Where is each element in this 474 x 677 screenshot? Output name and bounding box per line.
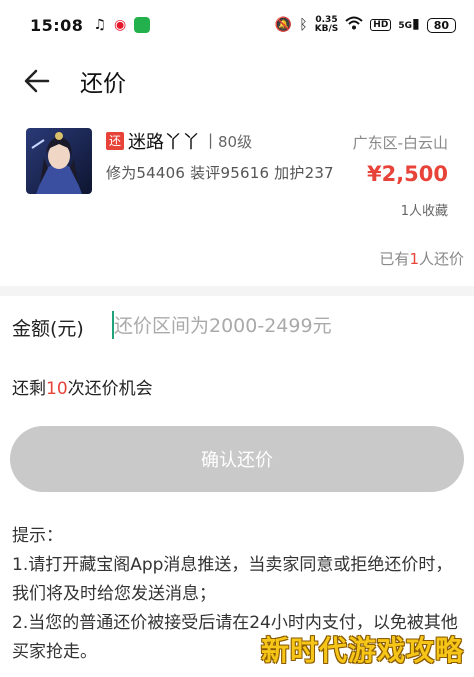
status-right-icons: 🔕 ᛒ 0.35 KB/S HD 5G▮ 80 [275, 16, 456, 34]
back-arrow-icon[interactable] [22, 66, 52, 96]
watermark-text: 新时代游戏攻略 [260, 634, 464, 667]
remaining-prefix: 还剩 [12, 379, 46, 399]
amount-row: 金额(元) [0, 296, 474, 356]
battery-icon: 80 [426, 17, 456, 33]
remaining-offers: 还剩10次还价机会 [12, 374, 153, 399]
tips-title: 提示： [12, 526, 63, 546]
status-time: 15:08 [30, 15, 84, 35]
item-price: ¥2,500 [366, 162, 448, 186]
offers-suffix: 人还价 [418, 250, 464, 268]
offers-number: 1 [409, 250, 419, 268]
character-avatar [26, 128, 92, 194]
name-separator: | [208, 131, 214, 149]
page-title: 还价 [80, 71, 126, 97]
status-left-icons: ♫ ◉ [93, 17, 151, 33]
lower-section: 还剩10次还价机会 确认还价 提示： 1.请打开藏宝阁App消息推送，当卖家同意… [0, 356, 474, 677]
item-card[interactable]: 还 迷路丫丫 | 80级 修为54406 装评95616 加护237 广东区-白… [0, 112, 474, 286]
status-bar: 15:08 ♫ ◉ 🔕 ᛒ 0.35 KB/S HD 5G▮ 80 [0, 0, 474, 50]
remaining-number: 10 [46, 379, 68, 399]
listen-app-icon: ♫ [93, 17, 106, 33]
bargain-tag: 还 [106, 132, 124, 150]
confirm-offer-button[interactable]: 确认还价 [10, 426, 464, 492]
tips-line-1: 1.请打开藏宝阁App消息推送，当卖家同意或拒绝还价时，我们将及时给您发送消息； [12, 555, 453, 604]
bluetooth-icon: ᛒ [299, 17, 308, 33]
server-name: 广东区-白云山 [352, 134, 448, 152]
amount-label: 金额(元) [12, 318, 84, 340]
nav-bar: 还价 [0, 50, 474, 112]
remaining-suffix: 次还价机会 [67, 379, 153, 399]
signal-label: 5G [398, 21, 412, 31]
signal-icon: 5G▮ [398, 16, 420, 32]
offers-count: 已有1人还价 [379, 248, 464, 269]
character-name: 迷路丫丫 [128, 132, 200, 153]
wifi-icon [345, 16, 363, 34]
hd-badge: HD [370, 19, 392, 31]
offers-prefix: 已有 [379, 250, 410, 268]
mute-icon: 🔕 [274, 17, 293, 33]
character-stats: 修为54406 装评95616 加护237 [106, 164, 334, 182]
net-speed-unit: KB/S [314, 24, 339, 34]
character-level: 80级 [218, 133, 253, 151]
favorites-count: 1人收藏 [400, 204, 448, 219]
net-speed: 0.35 KB/S [315, 16, 339, 34]
amount-input[interactable] [114, 306, 454, 346]
weibo-icon: ◉ [114, 17, 127, 33]
wechat-icon [134, 17, 151, 33]
